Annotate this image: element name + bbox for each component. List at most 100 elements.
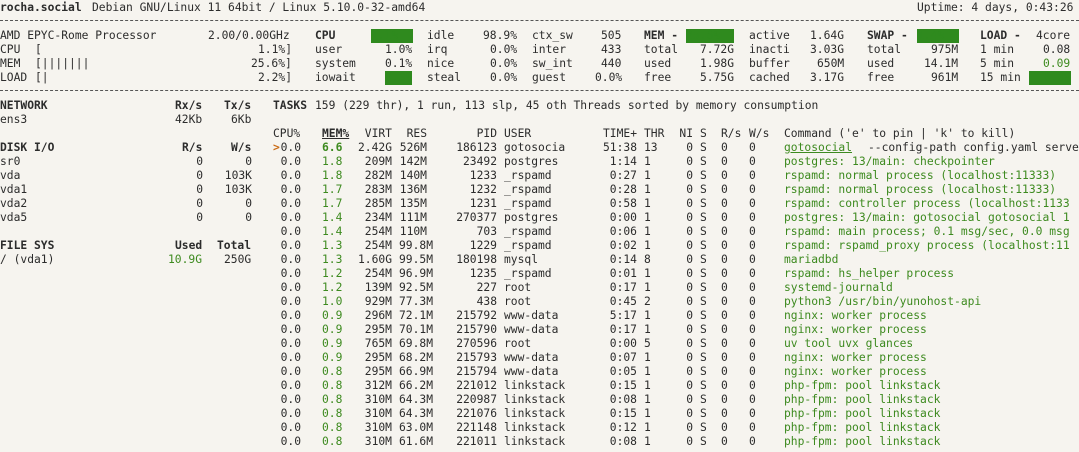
process-row[interactable]: >0.0 6.6 2.42G 526M 186123 gotosocia 51:38 13 0 S…	[0, 141, 1079, 155]
proc-thr: 1	[644, 393, 651, 406]
proc-cpu: 0.0	[280, 267, 301, 280]
proc-thr: 1	[644, 281, 651, 294]
process-row[interactable]: 0.0 1.4 234M 111M 270377 postgres 0:00 1 0 S 0 0 pos…	[0, 211, 1079, 225]
separator	[0, 90, 1079, 91]
proc-res: 69.8M	[399, 337, 434, 350]
proc-virt: 2.42G	[357, 141, 392, 154]
process-row[interactable]: 0.0 1.2 254M 96.9M 1235 _rspamd 0:01 1 0 S 0 0 rspam…	[0, 267, 1079, 281]
col-virt[interactable]: VIRT	[357, 127, 392, 141]
proc-command: systemd-journald	[784, 281, 893, 294]
proc-thr: 1	[644, 365, 651, 378]
proc-virt: 929M	[364, 295, 392, 308]
proc-pid: 1233	[469, 169, 497, 182]
proc-pid: 221076	[456, 407, 497, 420]
proc-virt: 296M	[364, 309, 392, 322]
proc-pid: 215793	[456, 351, 497, 364]
proc-thr: 1	[644, 351, 651, 364]
process-row[interactable]: 0.0 1.2 139M 92.5M 227 root 0:17 1 0 S 0 0 systemd-j…	[0, 281, 1079, 295]
col-thr[interactable]: THR	[644, 127, 664, 141]
proc-virt: 310M	[364, 421, 392, 434]
process-row[interactable]: 0.0 0.9 765M 69.8M 270596 root 0:00 5 0 S 0 0 uv too…	[0, 337, 1079, 351]
proc-ws: 0	[749, 211, 756, 224]
col-user[interactable]: USER	[504, 127, 531, 141]
proc-command: postgres: 13/main: gotosocial gotosocial…	[784, 211, 1070, 224]
proc-pid: 1229	[469, 239, 497, 252]
proc-virt: 312M	[364, 379, 392, 392]
process-row[interactable]: 0.0 0.8 310M 64.3M 221076 linkstack 0:15 1 0 S 0 0 p…	[0, 407, 1079, 421]
process-row[interactable]: 0.0 1.0 929M 77.3M 438 root 0:45 2 0 S 0 0 python3 /…	[0, 295, 1079, 309]
proc-thr: 13	[644, 141, 658, 154]
col-cpu[interactable]: CPU%	[273, 127, 300, 141]
col-s[interactable]: S	[700, 127, 707, 141]
proc-mem: 0.9	[322, 351, 343, 364]
proc-time: 0:17	[609, 323, 637, 336]
proc-ws: 0	[749, 309, 756, 322]
proc-rs: 0	[721, 407, 728, 420]
proc-virt: 234M	[364, 211, 392, 224]
proc-state: S	[700, 421, 707, 434]
proc-pid: 438	[476, 295, 497, 308]
process-row[interactable]: 0.0 1.7 283M 136M 1232 _rspamd 0:28 1 0 S 0 0 rspamd…	[0, 183, 1079, 197]
tasks-label: TASKS	[273, 99, 308, 112]
proc-cpu: 0.0	[280, 323, 301, 336]
col-ws[interactable]: W/s	[749, 127, 769, 141]
proc-state: S	[700, 197, 707, 210]
proc-user: _rspamd	[504, 169, 552, 182]
process-row[interactable]: 0.0 0.8 312M 66.2M 221012 linkstack 0:15 1 0 S 0 0 p…	[0, 379, 1079, 393]
proc-cpu: 0.0	[280, 435, 301, 448]
process-row[interactable]: 0.0 0.9 296M 72.1M 215792 www-data 5:17 1 0 S 0 0 ng…	[0, 309, 1079, 323]
proc-cpu: 0.0	[280, 421, 301, 434]
process-row[interactable]: 0.0 0.9 295M 70.1M 215790 www-data 0:17 1 0 S 0 0 ng…	[0, 323, 1079, 337]
process-row[interactable]: 0.0 0.9 295M 68.2M 215793 www-data 0:07 1 0 S 0 0 ng…	[0, 351, 1079, 365]
proc-state: S	[700, 281, 707, 294]
process-row[interactable]: 0.0 0.8 295M 66.9M 215794 www-data 0:05 1 0 S 0 0 ng…	[0, 365, 1079, 379]
proc-virt: 1.60G	[357, 253, 392, 266]
process-row[interactable]: 0.0 1.7 285M 135M 1231 _rspamd 0:58 1 0 S 0 0 rspamd…	[0, 197, 1079, 211]
process-row[interactable]: 0.0 0.8 310M 61.6M 221011 linkstack 0:08 1 0 S 0 0 p…	[0, 435, 1079, 449]
proc-user: _rspamd	[504, 267, 552, 280]
proc-command: nginx: worker process	[784, 365, 927, 378]
proc-ni: 0	[686, 379, 693, 392]
proc-ws: 0	[749, 253, 756, 266]
proc-ni: 0	[686, 421, 693, 434]
proc-virt: 765M	[364, 337, 392, 350]
proc-state: S	[700, 239, 707, 252]
process-row[interactable]: 0.0 0.8 310M 63.0M 221148 linkstack 0:12 1 0 S 0 0 p…	[0, 421, 1079, 435]
proc-user: www-data	[504, 309, 559, 322]
col-pid[interactable]: PID	[448, 127, 497, 141]
col-time[interactable]: TIME+	[595, 127, 637, 141]
os-info: Debian GNU/Linux 11 64bit / Linux 5.10.0…	[92, 1, 426, 14]
proc-virt: 310M	[364, 393, 392, 406]
process-row[interactable]: 0.0 1.8 209M 142M 23492 postgres 1:14 1 0 S 0 0 post…	[0, 155, 1079, 169]
process-row[interactable]: 0.0 1.3 1.60G 99.5M 180198 mysql 0:14 8 0 S 0 0 mari…	[0, 253, 1079, 267]
proc-state: S	[700, 141, 707, 154]
proc-mem: 1.4	[322, 225, 343, 238]
proc-mem: 1.3	[322, 253, 343, 266]
col-rs[interactable]: R/s	[721, 127, 741, 141]
proc-command: nginx: worker process	[784, 309, 927, 322]
process-row[interactable]: 0.0 0.8 310M 64.3M 220987 linkstack 0:08 1 0 S 0 0 p…	[0, 393, 1079, 407]
proc-pid: 221148	[456, 421, 497, 434]
proc-user: linkstack	[504, 407, 566, 420]
proc-time: 0:05	[609, 365, 637, 378]
proc-mem: 1.7	[322, 197, 343, 210]
col-ni[interactable]: NI	[672, 127, 693, 141]
process-row[interactable]: 0.0 1.4 254M 110M 703 _rspamd 0:06 1 0 S 0 0 rspamd:…	[0, 225, 1079, 239]
interface-tx: 6Kb	[231, 113, 252, 126]
col-res[interactable]: RES	[399, 127, 427, 141]
proc-virt: 310M	[364, 407, 392, 420]
load-stat-label: 1 min	[980, 43, 1015, 56]
separator	[0, 20, 1079, 21]
proc-ws: 0	[749, 379, 756, 392]
col-mem-sorted[interactable]: MEM%	[322, 127, 349, 141]
proc-mem: 0.9	[322, 323, 343, 336]
process-row[interactable]: 0.0 1.3 254M 99.8M 1229 _rspamd 0:02 1 0 S 0 0 rspam…	[0, 239, 1079, 253]
proc-user: www-data	[504, 323, 559, 336]
header-bar: rocha.social Debian GNU/Linux 11 64bit /…	[0, 1, 1079, 15]
proc-time: 0:58	[609, 197, 637, 210]
proc-user: root	[504, 281, 532, 294]
proc-virt: 295M	[364, 323, 392, 336]
process-row[interactable]: 0.0 1.8 282M 140M 1233 _rspamd 0:27 1 0 S 0 0 rspamd…	[0, 169, 1079, 183]
proc-user: linkstack	[504, 435, 566, 448]
proc-pid: 215792	[456, 309, 497, 322]
